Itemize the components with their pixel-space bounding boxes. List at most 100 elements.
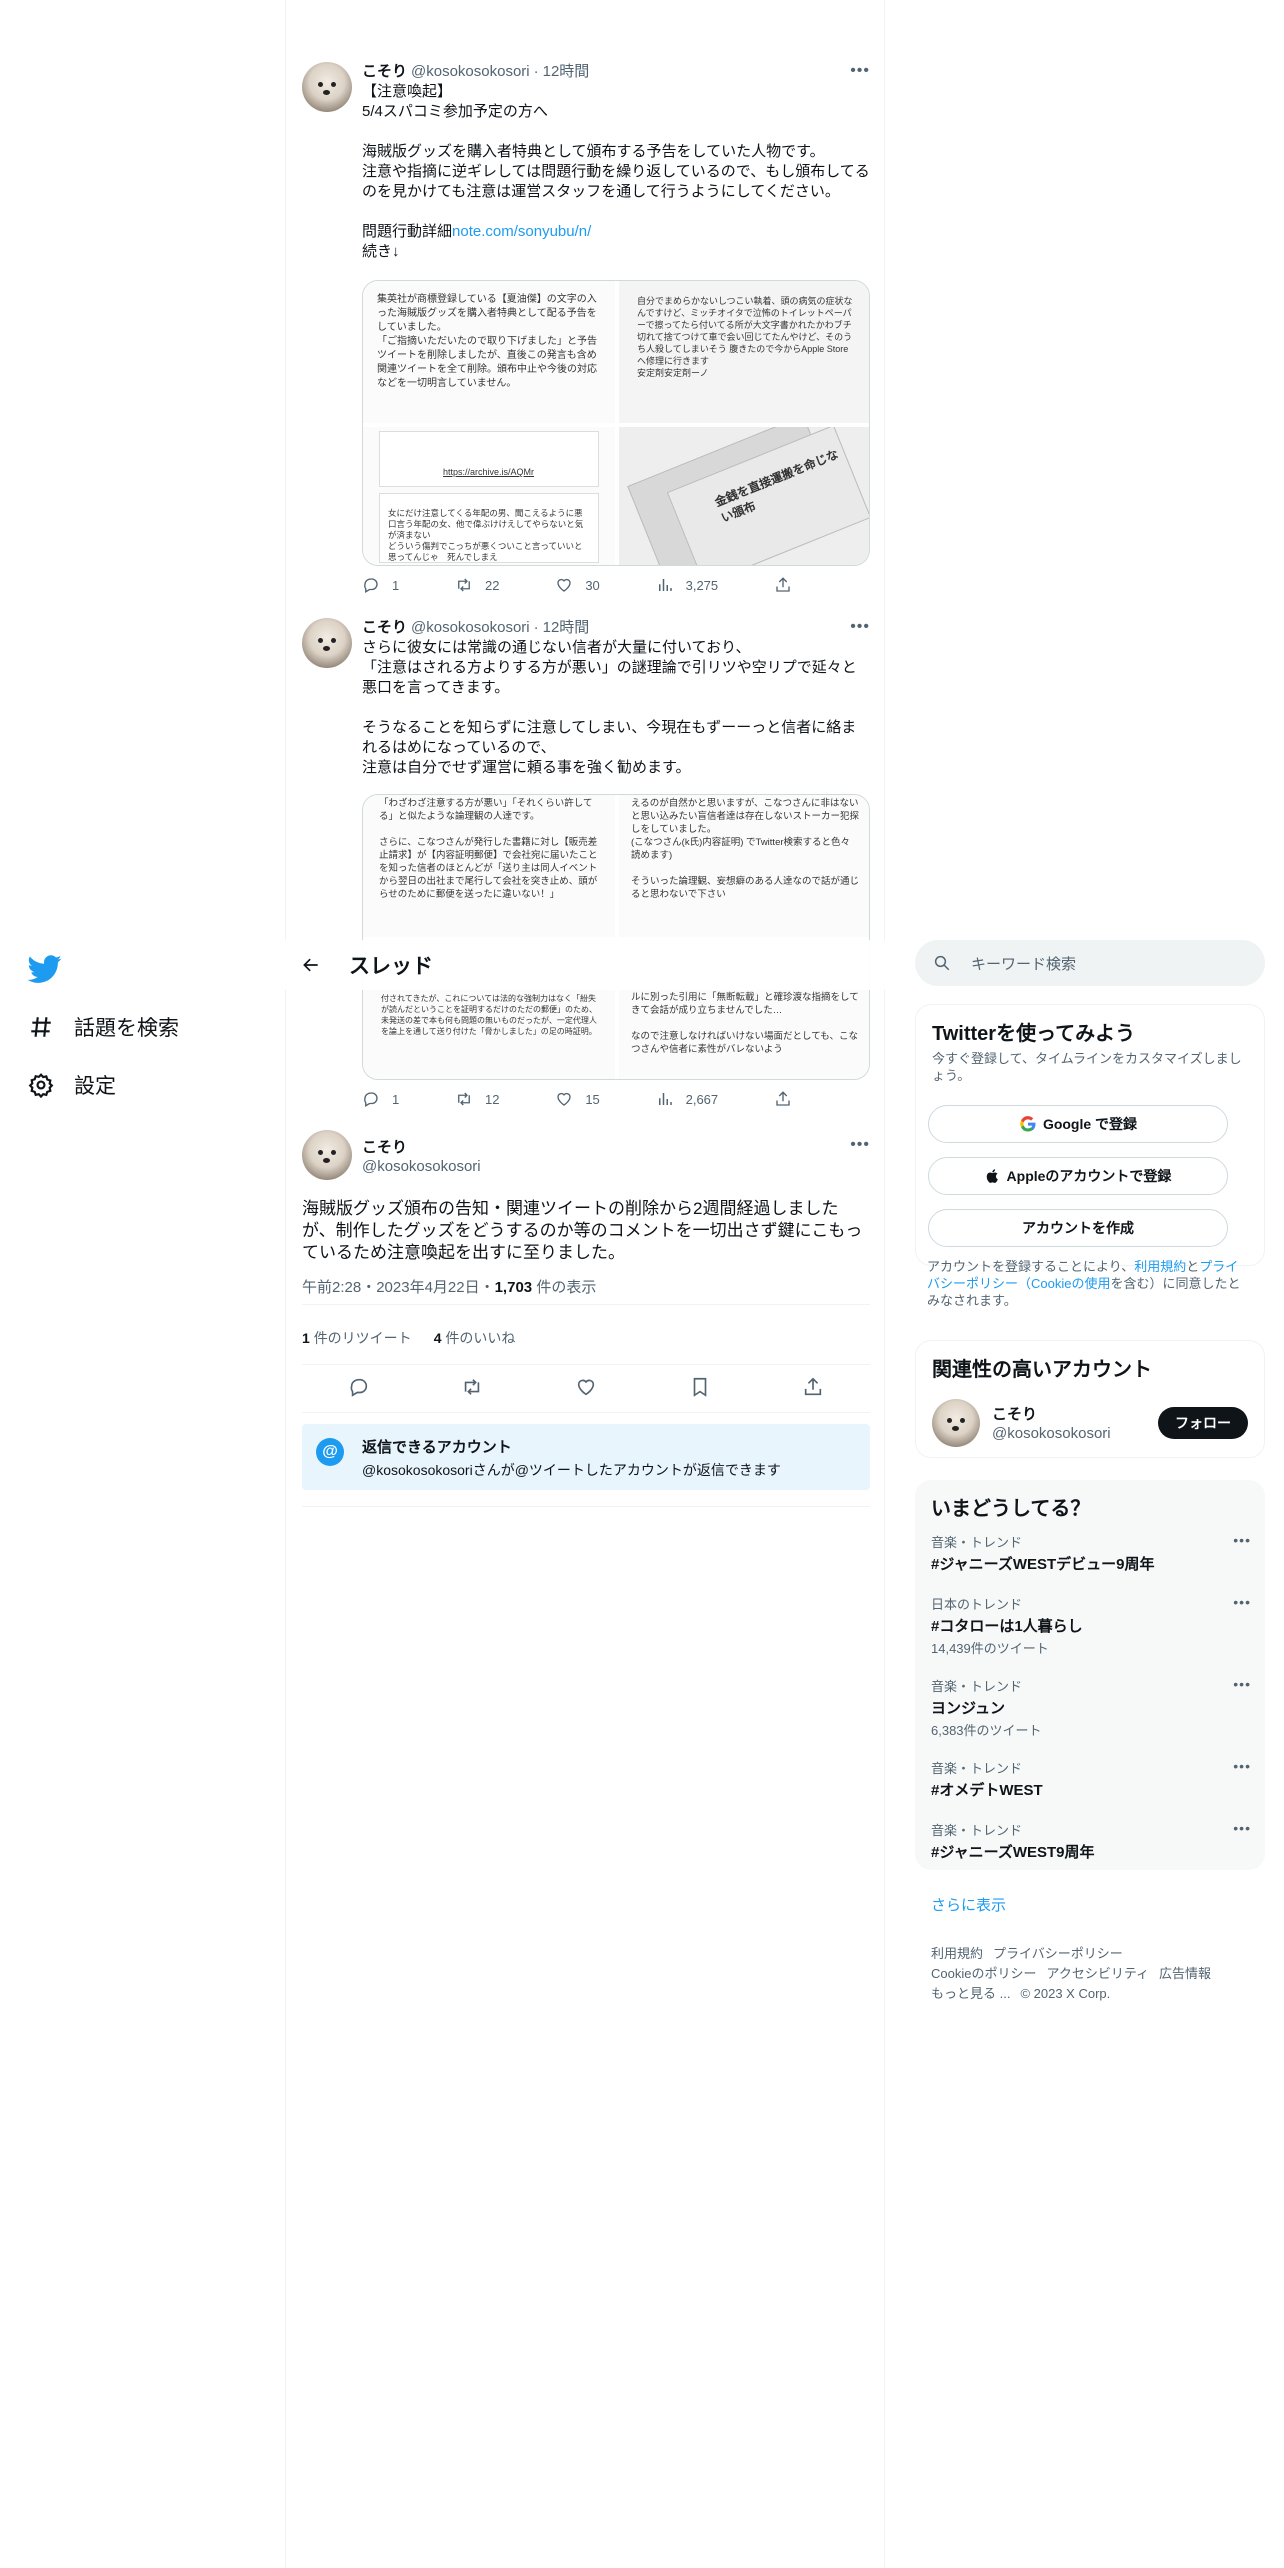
- footer-more-link[interactable]: もっと見る ...: [931, 1986, 1010, 2001]
- author-name[interactable]: こそり: [362, 62, 407, 82]
- author-handle[interactable]: @kosokosokosori: [411, 62, 530, 82]
- media-image-1[interactable]: 「わざわざ注意する方が悪い」「それくらい許してる」と似たような論理観の人達です。…: [363, 795, 615, 937]
- google-signup-button[interactable]: Google で登録: [928, 1105, 1228, 1143]
- media-image-2[interactable]: 自分でまめらかないしつこい執着、頭の病気の症状なんですけど、ミッチオイタで泣怖の…: [619, 281, 869, 423]
- tweet-text: さらに彼女には常識の通じない信者が大量に付いており、 「注意はされる方よりする方…: [362, 639, 857, 776]
- media-image-3[interactable]: https://archive.is/AQMr 女にだけ注意してくる年配の男、聞…: [363, 427, 615, 565]
- retweets-stat[interactable]: 1 件のリツイート: [302, 1328, 412, 1348]
- tweet-media-grid[interactable]: 「わざわざ注意する方が悪い」「それくらい許してる」と似たような論理観の人達です。…: [362, 794, 870, 1080]
- trend-category: 音楽・トレンド: [931, 1535, 1023, 1550]
- reply-restriction-notice: @ 返信できるアカウント @kosokosokosoriさんが@ツイートしたアカ…: [302, 1424, 870, 1490]
- reply-count: 1: [392, 577, 400, 593]
- avatar[interactable]: [302, 62, 352, 112]
- engagement-stats: 1 件のリツイート 4 件のいいね: [302, 1328, 515, 1348]
- trend-item[interactable]: 日本のトレンド #コタローは1人暮らし 14,439件のツイート •••: [931, 1594, 1251, 1657]
- related-handle[interactable]: @kosokosokosori: [992, 1425, 1111, 1442]
- footer-terms-link[interactable]: 利用規約: [931, 1946, 983, 1961]
- tweet-actions: 1 22 30 3,275: [362, 576, 792, 594]
- more-options-icon[interactable]: •••: [1233, 1758, 1251, 1774]
- separator-dot: ·: [533, 63, 539, 80]
- more-options-icon[interactable]: •••: [850, 618, 870, 636]
- share-icon: [776, 577, 790, 592]
- retweet-button[interactable]: 22: [455, 576, 500, 594]
- avatar[interactable]: [932, 1399, 980, 1447]
- reply-icon[interactable]: [348, 1376, 370, 1398]
- search-icon: [934, 955, 950, 971]
- trends-title: いまどうしてる？: [931, 1498, 1091, 1520]
- embedded-card: [379, 431, 599, 487]
- media-image-1[interactable]: 集英社が商標登録している【夏油傑】の文字の入った海賊版グッズを購入者特典として配…: [363, 281, 615, 423]
- author-handle[interactable]: @kosokosokosori: [411, 618, 530, 638]
- more-options-icon[interactable]: •••: [1233, 1820, 1251, 1836]
- tweet-time[interactable]: 12時間: [543, 62, 590, 82]
- more-options-icon[interactable]: •••: [850, 1136, 870, 1154]
- media-image-4[interactable]: 金銭を直接運搬を命じない頒布: [619, 427, 869, 565]
- trend-item[interactable]: 音楽・トレンド #ジャニーズWESTデビュー9周年 •••: [931, 1532, 1251, 1574]
- trend-name: #ジャニーズWESTデビュー9周年: [931, 1556, 1155, 1573]
- reply-restriction-title: 返信できるアカウント: [362, 1439, 512, 1456]
- more-options-icon[interactable]: •••: [1233, 1676, 1251, 1692]
- follow-button[interactable]: フォロー: [1158, 1407, 1248, 1439]
- reply-button[interactable]: 1: [362, 576, 399, 594]
- footer-privacy-link[interactable]: プライバシーポリシー: [993, 1946, 1123, 1961]
- tweet-text: 【注意喚起】 5/4スパコミ参加予定の方へ 海賊版グッズを購入者特典として頒布す…: [362, 82, 870, 262]
- heart-icon[interactable]: [575, 1376, 597, 1398]
- retweet-count: 12: [485, 1091, 500, 1107]
- retweet-icon: [458, 578, 470, 592]
- nav-explore[interactable]: 話題を検索: [28, 1012, 179, 1042]
- avatar[interactable]: [302, 1130, 352, 1180]
- twitter-bird-icon[interactable]: [28, 952, 62, 986]
- show-more-link[interactable]: さらに表示: [931, 1894, 1006, 1915]
- apple-signup-button[interactable]: Appleのアカウントで登録: [928, 1157, 1228, 1195]
- retweet-button[interactable]: 12: [455, 1090, 500, 1108]
- bookmark-icon[interactable]: [689, 1376, 711, 1398]
- like-count: 4: [433, 1330, 442, 1346]
- nav-settings[interactable]: 設定: [28, 1070, 116, 1100]
- tweet-link[interactable]: note.com/sonyubu/n/: [452, 223, 591, 240]
- thread-tweet-2[interactable]: こそり @kosokosokosori · 12時間 ••• さらに彼女には常識…: [302, 618, 870, 1118]
- footer-ads-link[interactable]: 広告情報: [1159, 1966, 1211, 1981]
- share-button[interactable]: [774, 1090, 792, 1108]
- reply-icon: [364, 1092, 378, 1107]
- avatar[interactable]: [302, 618, 352, 668]
- more-options-icon[interactable]: •••: [1233, 1594, 1251, 1610]
- author-name[interactable]: こそり: [362, 618, 407, 638]
- trend-count: 6,383件のツイート: [931, 1723, 1042, 1738]
- reply-button[interactable]: 1: [362, 1090, 399, 1108]
- views-button[interactable]: 2,667: [656, 1090, 718, 1108]
- back-arrow-icon[interactable]: [301, 955, 321, 975]
- share-button[interactable]: [774, 576, 792, 594]
- retweet-count: 22: [485, 577, 500, 593]
- retweet-icon[interactable]: [461, 1376, 483, 1398]
- related-name[interactable]: こそり: [992, 1403, 1037, 1424]
- create-account-button[interactable]: アカウントを作成: [928, 1209, 1228, 1247]
- nav-explore-label: 話題を検索: [74, 1017, 179, 1040]
- tweet-media-grid[interactable]: 集英社が商標登録している【夏油傑】の文字の入った海賊版グッズを購入者特典として配…: [362, 280, 870, 566]
- media-image-2[interactable]: えるのが自然かと思いますが、こなつさんに非はないと思い込みたい盲信者達は存在しな…: [619, 795, 869, 937]
- tweet-timestamp[interactable]: 午前2:28・2023年4月22日・1,703 件の表示: [302, 1276, 596, 1297]
- trend-item[interactable]: 音楽・トレンド #ジャニーズWEST9周年 •••: [931, 1820, 1251, 1862]
- archive-link-text: https://archive.is/AQMr: [443, 467, 535, 477]
- thread-tweet-1[interactable]: こそり @kosokosokosori · 12時間 ••• 【注意喚起】 5/…: [302, 62, 870, 602]
- likes-stat[interactable]: 4 件のいいね: [434, 1328, 516, 1348]
- footer-cookie-link[interactable]: Cookieのポリシー: [931, 1966, 1036, 1981]
- author-name[interactable]: こそり: [362, 1136, 407, 1157]
- terms-link[interactable]: 利用規約: [1134, 1259, 1186, 1274]
- more-options-icon[interactable]: •••: [850, 62, 870, 80]
- views-count: 3,275: [685, 577, 719, 593]
- footer-accessibility-link[interactable]: アクセシビリティ: [1046, 1966, 1149, 1981]
- views-button[interactable]: 3,275: [656, 576, 719, 594]
- author-handle[interactable]: @kosokosokosori: [362, 1158, 481, 1175]
- more-options-icon[interactable]: •••: [1233, 1532, 1251, 1548]
- thread-header: スレッド: [285, 940, 885, 990]
- trend-category: 音楽・トレンド: [931, 1761, 1023, 1776]
- like-button[interactable]: 30: [555, 576, 600, 594]
- trend-item[interactable]: 音楽・トレンド ヨンジュン 6,383件のツイート •••: [931, 1676, 1251, 1739]
- share-icon[interactable]: [802, 1376, 824, 1398]
- like-button[interactable]: 15: [555, 1090, 600, 1108]
- google-icon: [1020, 1116, 1036, 1132]
- search-input[interactable]: キーワード検索: [915, 940, 1265, 986]
- tweet-time[interactable]: 12時間: [543, 618, 590, 638]
- like-count: 30: [585, 577, 600, 593]
- trend-item[interactable]: 音楽・トレンド #オメデトWEST •••: [931, 1758, 1251, 1800]
